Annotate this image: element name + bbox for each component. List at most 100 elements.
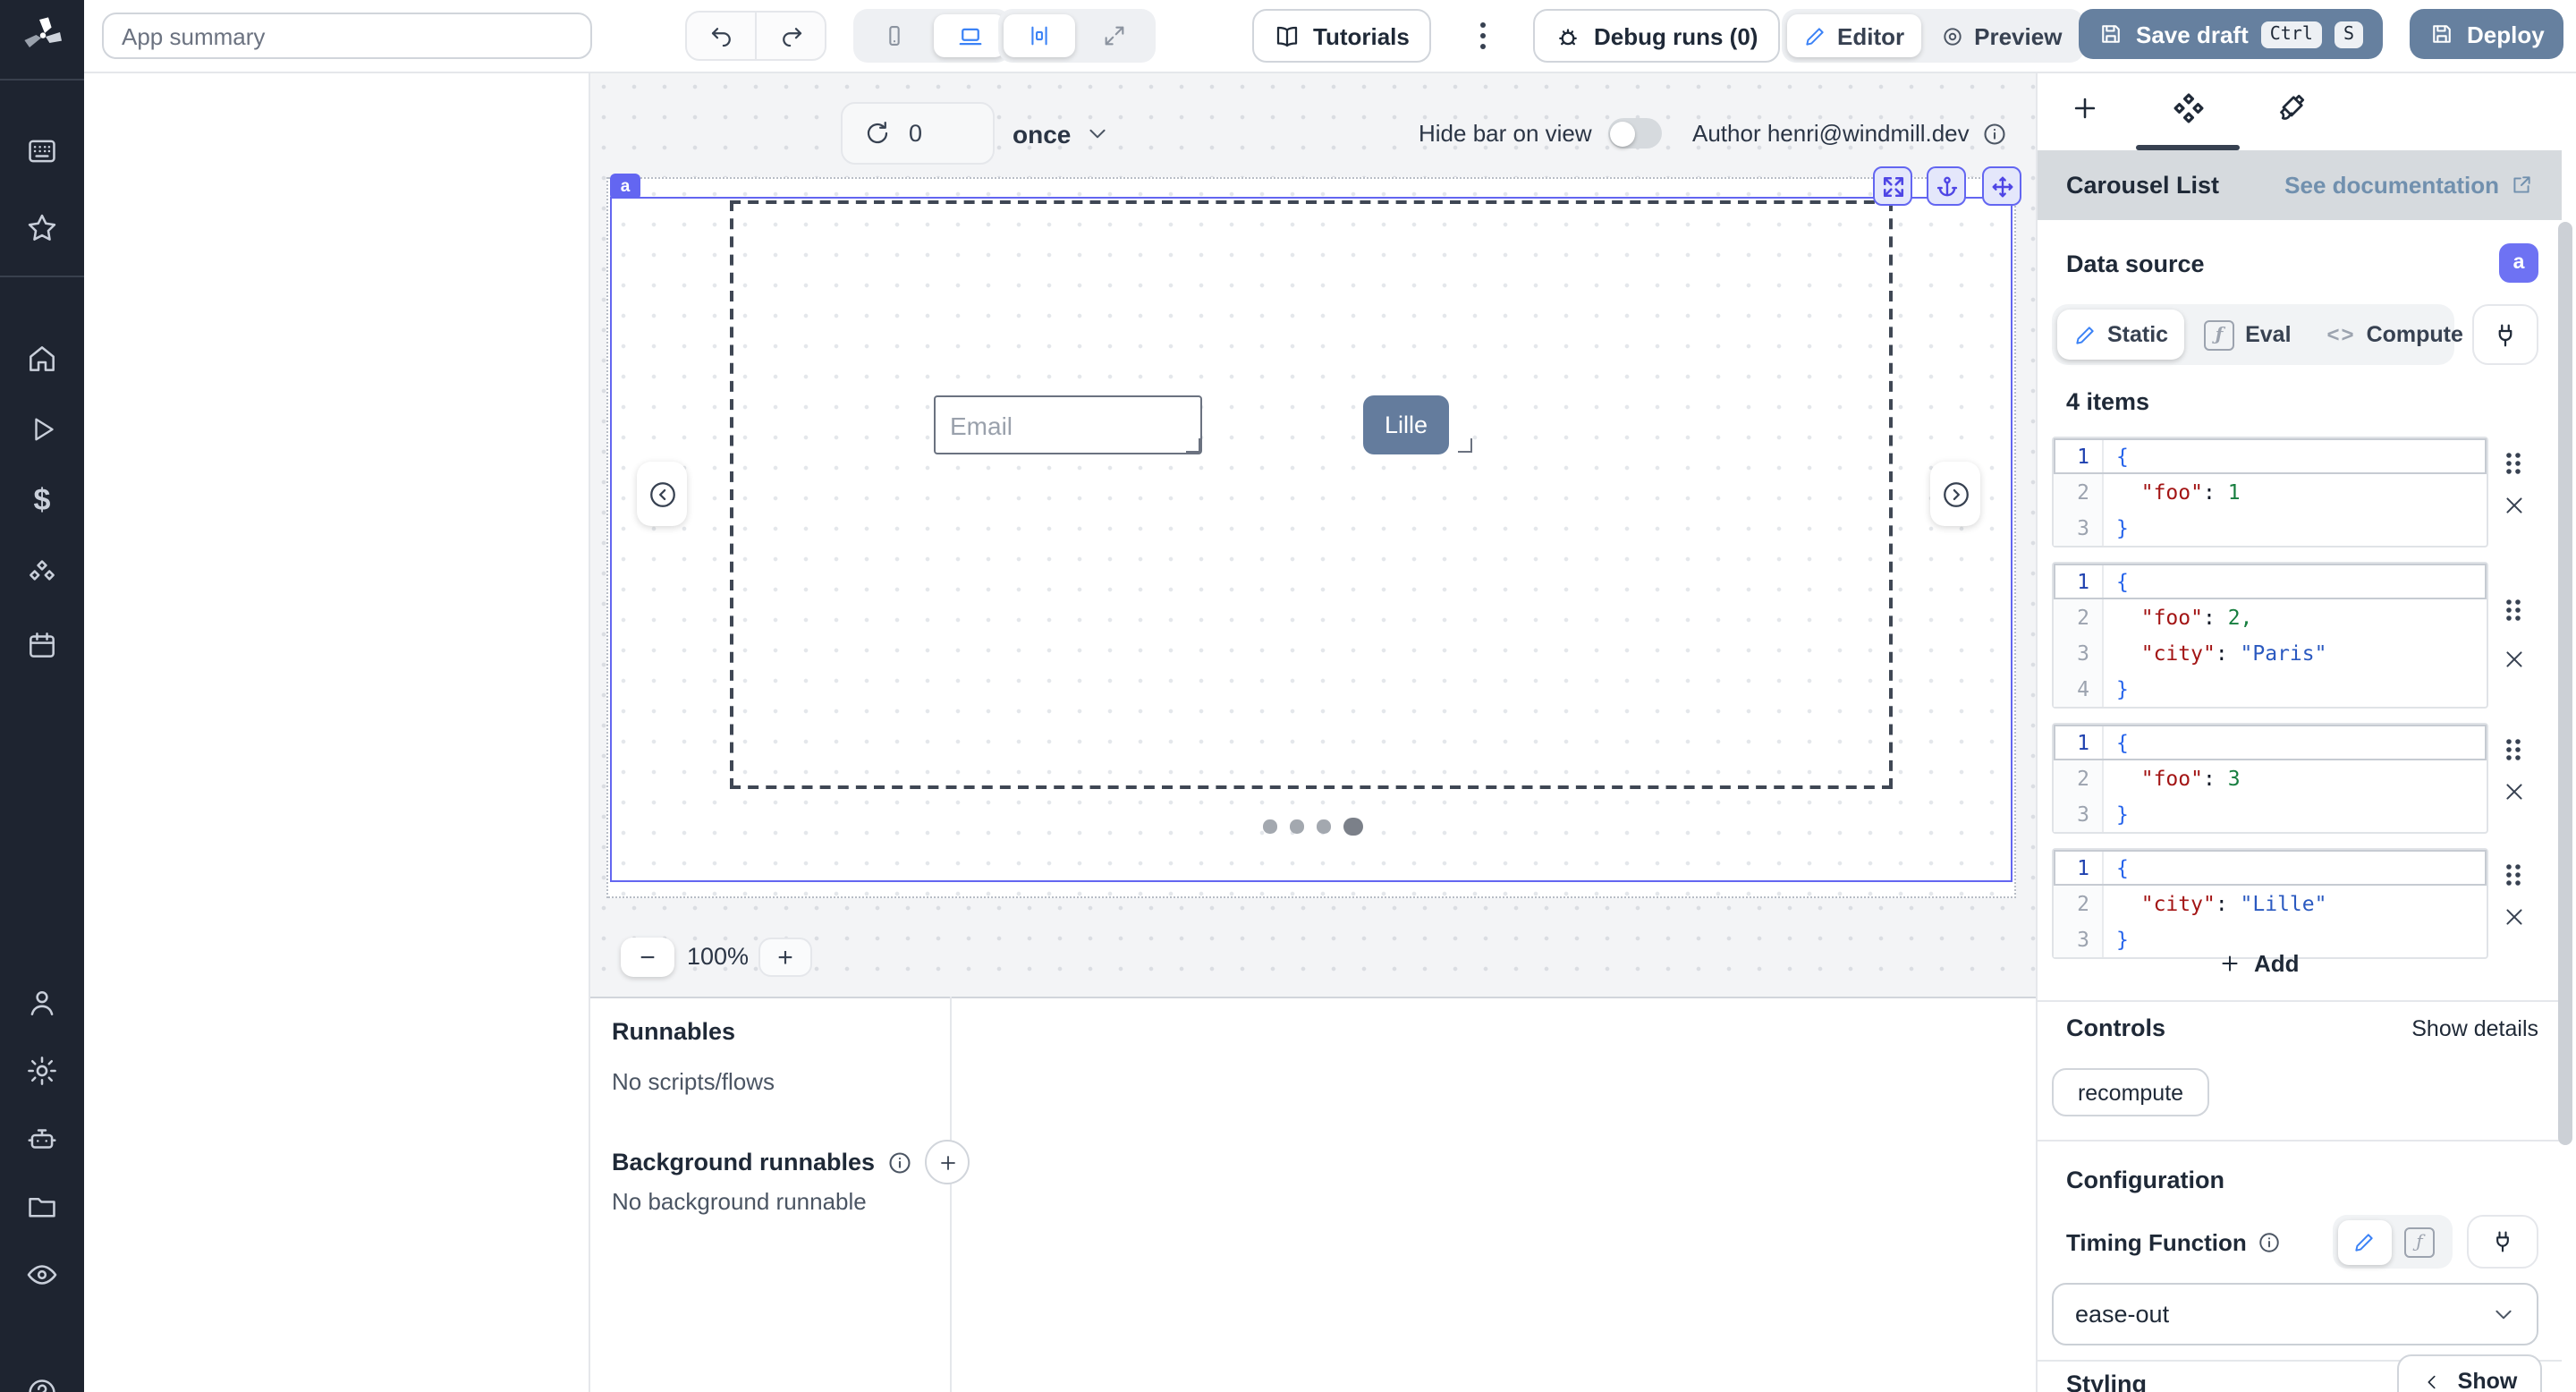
button-resize-handle[interactable] — [1458, 438, 1472, 453]
refresh-count: 0 — [909, 120, 922, 147]
carousel-prev-button[interactable] — [637, 462, 687, 526]
rail-audit-icon[interactable] — [0, 1243, 84, 1304]
anchor-component-button[interactable] — [1927, 166, 1966, 206]
desktop-view-button[interactable] — [934, 14, 1005, 57]
rail-home-icon[interactable] — [0, 327, 84, 388]
app-summary-input[interactable] — [102, 13, 592, 59]
delete-item-icon[interactable] — [2503, 648, 2526, 671]
rail-schedules-icon[interactable] — [0, 614, 84, 675]
zoom-in-button[interactable]: + — [758, 938, 812, 977]
mode-compute[interactable]: <> Compute — [2311, 310, 2479, 360]
rail-variables-icon[interactable]: $ — [0, 471, 84, 531]
carousel-dot-2[interactable] — [1290, 819, 1303, 833]
rail-users-icon[interactable] — [0, 972, 84, 1032]
move-icon — [1990, 174, 2013, 198]
carousel-dot-3[interactable] — [1317, 819, 1330, 833]
mode-eval[interactable]: ƒ Eval — [2188, 310, 2307, 360]
add-background-runnable-button[interactable] — [925, 1140, 970, 1184]
selected-component-tag[interactable]: a — [610, 174, 640, 199]
info-icon[interactable] — [2258, 1231, 2281, 1254]
carousel-dot-1[interactable] — [1263, 819, 1276, 833]
rail-runs-icon[interactable] — [0, 399, 84, 460]
delete-item-icon[interactable] — [2503, 494, 2526, 517]
add-item-button[interactable]: Add — [2218, 950, 2300, 977]
bug-icon — [1555, 22, 1581, 49]
mobile-view-button[interactable] — [859, 14, 930, 57]
panel-scrollbar[interactable] — [2558, 222, 2572, 1145]
tab-styling[interactable] — [2256, 72, 2327, 143]
data-source-mode-switch: Static ƒ Eval <> Compute — [2052, 304, 2454, 365]
drag-handle-icon[interactable] — [2503, 451, 2524, 476]
plug-icon — [2490, 1229, 2515, 1254]
recompute-button[interactable]: recompute — [2052, 1068, 2209, 1116]
debug-runs-button[interactable]: Debug runs (0) — [1533, 9, 1779, 63]
redo-button[interactable] — [757, 13, 825, 59]
info-icon[interactable] — [1982, 121, 2007, 146]
refresh-count-button[interactable]: 0 — [841, 102, 995, 165]
json-item-editor-1[interactable]: 1{ 2 "foo": 1 3} — [2052, 437, 2488, 547]
rail-apps-icon[interactable] — [0, 120, 84, 181]
deploy-button[interactable]: Deploy — [2410, 9, 2564, 59]
full-width-layout-button[interactable] — [1079, 14, 1150, 57]
pencil-icon — [2073, 323, 2097, 346]
kbd-s: S — [2334, 21, 2363, 47]
canvas-city-button[interactable]: Lille — [1363, 395, 1449, 454]
json-item-editor-4[interactable]: 1{ 2 "city": "Lille" 3} — [2052, 848, 2488, 959]
outputs-panel — [84, 72, 590, 1392]
connect-plug-button[interactable] — [2472, 304, 2538, 365]
hide-bar-label: Hide bar on view — [1419, 120, 1592, 147]
json-item-editor-3[interactable]: 1{ 2 "foo": 3 3} — [2052, 723, 2488, 834]
arrow-right-circle-icon — [1940, 479, 1970, 509]
author-info: Author henri@windmill.dev — [1692, 102, 2007, 165]
rail-settings-icon[interactable] — [0, 1040, 84, 1100]
rail-divider — [0, 79, 84, 81]
windmill-logo[interactable] — [0, 0, 84, 72]
see-documentation-link[interactable]: See documentation — [2284, 172, 2533, 199]
editor-tab[interactable]: Editor — [1787, 14, 1920, 57]
expand-component-button[interactable] — [1873, 166, 1912, 206]
rail-favorites-icon[interactable] — [0, 197, 84, 258]
info-icon[interactable] — [887, 1150, 912, 1175]
email-resize-handle[interactable] — [1186, 438, 1200, 453]
timing-function-label-row: Timing Function — [2066, 1229, 2281, 1256]
rail-workers-icon[interactable] — [0, 1108, 84, 1168]
carousel-drop-zone[interactable] — [730, 200, 1893, 789]
canvas-email-input[interactable] — [934, 395, 1202, 454]
mode-static[interactable]: Static — [2057, 310, 2184, 360]
carousel-next-button[interactable] — [1930, 462, 1980, 526]
timing-function-select[interactable]: ease-out — [2052, 1283, 2538, 1345]
drag-handle-icon[interactable] — [2503, 862, 2524, 887]
tab-component-settings[interactable] — [2152, 72, 2224, 143]
timing-connect-plug-button[interactable] — [2467, 1215, 2538, 1269]
carousel-dot-4-active[interactable] — [1343, 817, 1362, 836]
rail-divider — [0, 276, 84, 277]
rail-folders-icon[interactable] — [0, 1176, 84, 1236]
centered-layout-button[interactable] — [1004, 14, 1075, 57]
show-details-link[interactable]: Show details — [2411, 1015, 2538, 1040]
save-draft-button[interactable]: Save draft Ctrl S — [2079, 9, 2383, 59]
zoom-out-button[interactable]: − — [621, 938, 674, 977]
undo-button[interactable] — [687, 13, 757, 59]
more-menu-button[interactable] — [1470, 13, 1496, 59]
rail-help-icon[interactable] — [0, 1362, 84, 1392]
tutorials-button[interactable]: Tutorials — [1252, 9, 1431, 63]
delete-item-icon[interactable] — [2503, 905, 2526, 929]
drag-handle-icon[interactable] — [2503, 598, 2524, 623]
timing-mode-static[interactable] — [2337, 1219, 2391, 1264]
rail-resources-icon[interactable] — [0, 542, 84, 603]
laptop-icon — [956, 22, 983, 49]
hide-bar-toggle[interactable] — [1608, 118, 1662, 149]
frequency-dropdown[interactable]: once — [1013, 102, 1108, 165]
tab-insert-component[interactable] — [2048, 72, 2120, 143]
styling-show-button[interactable]: Show — [2397, 1354, 2542, 1392]
drag-handle-icon[interactable] — [2503, 737, 2524, 762]
background-runnables-header: Background runnables — [612, 1140, 970, 1184]
preview-tab[interactable]: Preview — [1924, 14, 2078, 57]
json-item-editor-2[interactable]: 1{ 2 "foo": 2, 3 "city": "Paris" 4} — [2052, 562, 2488, 709]
timing-mode-eval[interactable]: ƒ — [2394, 1219, 2445, 1264]
save-icon — [2098, 21, 2123, 47]
delete-item-icon[interactable] — [2503, 780, 2526, 803]
move-component-button[interactable] — [1982, 166, 2021, 206]
section-divider — [2038, 1000, 2562, 1002]
hide-bar-control: Hide bar on view — [1419, 102, 1662, 165]
